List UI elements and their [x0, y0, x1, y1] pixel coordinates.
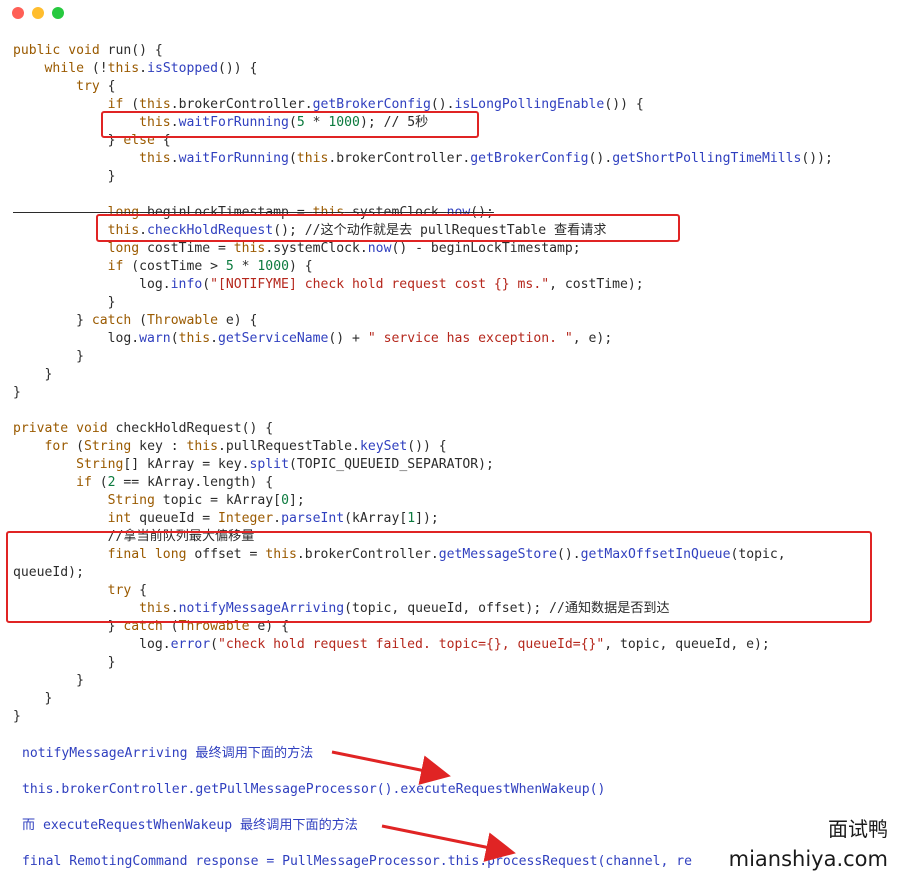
code-line: this.notifyMessageArriving(topic, queueI…	[139, 601, 670, 616]
code-line: log.info("[NOTIFYME] check hold request …	[13, 277, 644, 292]
code-line: } else {	[13, 133, 171, 148]
code-line: } catch (Throwable e) {	[13, 619, 289, 634]
watermark-cn: 面试鸭	[828, 817, 888, 841]
code-line: while (!this.isStopped()) {	[44, 61, 258, 76]
note-line: final RemotingCommand response = PullMes…	[22, 854, 693, 869]
code-line: }	[13, 295, 116, 310]
code-line: this.waitForRunning(5 * 1000); // 5秒	[139, 115, 429, 130]
code-line: queueId);	[13, 565, 84, 580]
code-line: }	[13, 169, 116, 184]
code-line: }	[13, 673, 84, 688]
code-line: String topic = kArray[0];	[107, 493, 305, 508]
code-line: }	[13, 655, 116, 670]
code-line: this.checkHoldRequest(); //这个动作就是去 pullR…	[107, 223, 607, 238]
code-line: long beginLockTimestamp = this.systemClo…	[107, 205, 494, 220]
code-line: } catch (Throwable e) {	[13, 313, 258, 328]
zoom-button[interactable]	[52, 7, 64, 19]
code-line: for (String key : this.pullRequestTable.…	[44, 439, 447, 454]
watermark: 面试鸭 mianshiya.com	[729, 816, 888, 872]
note-line: 而 executeRequestWhenWakeup 最终调用下面的方法	[22, 818, 358, 833]
code-line: }	[13, 691, 53, 706]
code-line: private void checkHoldRequest() {	[13, 421, 274, 436]
code-line: }	[13, 385, 21, 400]
minimize-button[interactable]	[32, 7, 44, 19]
code-line: try {	[107, 583, 148, 598]
code-window: public void run() { while (!this.isStopp…	[0, 0, 902, 886]
code-line: int queueId = Integer.parseInt(kArray[1]…	[107, 511, 439, 526]
watermark-en: mianshiya.com	[728, 847, 888, 871]
code-line: this.waitForRunning(this.brokerControlle…	[139, 151, 833, 166]
code-line: log.warn(this.getServiceName() + " servi…	[13, 331, 613, 346]
code-line: final long offset = this.brokerControlle…	[107, 547, 786, 562]
note-line: notifyMessageArriving 最终调用下面的方法	[22, 746, 314, 761]
code-line: long costTime = this.systemClock.now() -…	[107, 241, 581, 256]
code-line: log.error("check hold request failed. to…	[13, 637, 770, 652]
code-block: public void run() { while (!this.isStopp…	[13, 42, 898, 726]
close-button[interactable]	[12, 7, 24, 19]
code-line: //拿当前队列最大偏移量	[107, 529, 255, 544]
code-line: if (costTime > 5 * 1000) {	[107, 259, 313, 274]
code-line: String[] kArray = key.split(TOPIC_QUEUEI…	[76, 457, 494, 472]
code-line: }	[13, 349, 84, 364]
code-line: }	[13, 367, 53, 382]
code-line: public void run() {	[13, 43, 163, 58]
code-line: if (2 == kArray.length) {	[76, 475, 274, 490]
note-line: this.brokerController.getPullMessageProc…	[22, 782, 606, 797]
code-line: if (this.brokerController.getBrokerConfi…	[107, 97, 644, 112]
code-line: }	[13, 709, 21, 724]
code-line: try {	[76, 79, 116, 94]
